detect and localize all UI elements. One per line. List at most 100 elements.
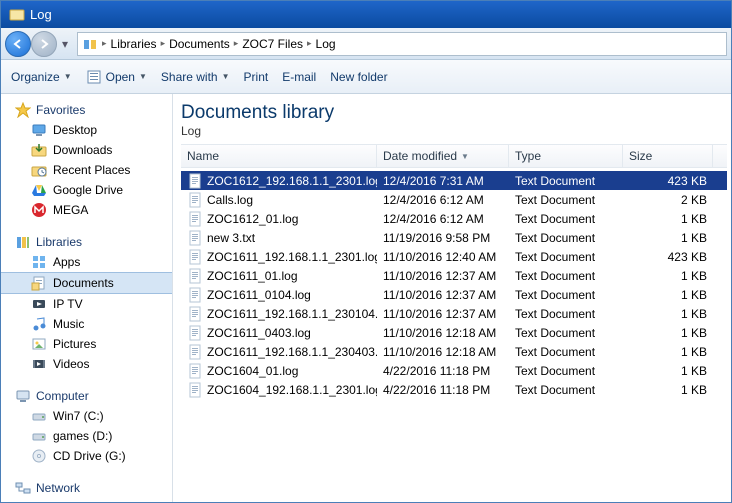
sidebar-group-favorites: Favorites Desktop Downloads Recent Places G… <box>1 100 172 220</box>
breadcrumb-sep-icon: ▸ <box>102 38 107 49</box>
breadcrumb-part[interactable]: Libraries <box>111 37 157 51</box>
gdrive-icon <box>31 182 47 198</box>
file-type: Text Document <box>509 212 623 226</box>
sidebar-item-label: Desktop <box>53 123 97 137</box>
file-list[interactable]: ZOC1612_192.168.1.1_2301.log12/4/2016 7:… <box>181 168 727 502</box>
file-type: Text Document <box>509 250 623 264</box>
file-name: ZOC1611_0403.log <box>207 326 311 340</box>
sidebar-header-network[interactable]: Network <box>1 478 172 498</box>
open-menu[interactable]: Open▼ <box>86 69 147 85</box>
music-icon <box>31 316 47 332</box>
column-type[interactable]: Type <box>509 145 623 167</box>
chevron-down-icon: ▼ <box>139 72 147 81</box>
sidebar-item[interactable]: Recent Places <box>1 160 172 180</box>
file-date: 12/4/2016 7:31 AM <box>377 174 509 188</box>
pictures-icon <box>31 336 47 352</box>
network-icon <box>15 480 31 496</box>
breadcrumb-sep-icon: ▸ <box>234 38 239 49</box>
sidebar-item[interactable]: Apps <box>1 252 172 272</box>
sidebar-item[interactable]: Pictures <box>1 334 172 354</box>
forward-button[interactable] <box>31 31 57 57</box>
column-spacer <box>713 145 727 167</box>
file-type: Text Document <box>509 174 623 188</box>
file-row[interactable]: ZOC1611_192.168.1.1_230104.log11/10/2016… <box>181 304 727 323</box>
breadcrumb-part[interactable]: Documents <box>169 37 230 51</box>
sidebar-item[interactable]: Downloads <box>1 140 172 160</box>
sidebar-header-computer[interactable]: Computer <box>1 386 172 406</box>
file-row[interactable]: ZOC1611_01.log11/10/2016 12:37 AMText Do… <box>181 266 727 285</box>
file-type: Text Document <box>509 269 623 283</box>
file-type: Text Document <box>509 383 623 397</box>
window-title: Log <box>30 7 52 22</box>
file-row[interactable]: ZOC1612_192.168.1.1_2301.log12/4/2016 7:… <box>181 171 727 190</box>
file-date: 11/19/2016 9:58 PM <box>377 231 509 245</box>
text-file-icon <box>187 249 203 265</box>
share-menu[interactable]: Share with▼ <box>161 70 230 84</box>
downloads-icon <box>31 142 47 158</box>
sidebar-item[interactable]: Win7 (C:) <box>1 406 172 426</box>
sidebar-item[interactable]: Desktop <box>1 120 172 140</box>
column-name[interactable]: Name <box>181 145 377 167</box>
sidebar-item-label: Google Drive <box>53 183 123 197</box>
file-size: 1 KB <box>623 364 713 378</box>
file-type: Text Document <box>509 288 623 302</box>
file-name: Calls.log <box>207 193 253 207</box>
sidebar-item[interactable]: IP TV <box>1 294 172 314</box>
file-date: 12/4/2016 6:12 AM <box>377 212 509 226</box>
sidebar-header-libraries[interactable]: Libraries <box>1 232 172 252</box>
nav-history-dropdown[interactable]: ▾ <box>57 37 73 51</box>
sidebar-item[interactable]: MEGA <box>1 200 172 220</box>
file-row[interactable]: ZOC1612_01.log12/4/2016 6:12 AMText Docu… <box>181 209 727 228</box>
file-date: 11/10/2016 12:18 AM <box>377 345 509 359</box>
column-size[interactable]: Size <box>623 145 713 167</box>
mega-icon <box>31 202 47 218</box>
file-row[interactable]: Calls.log12/4/2016 6:12 AMText Document2… <box>181 190 727 209</box>
breadcrumb-part[interactable]: ZOC7 Files <box>242 37 303 51</box>
sidebar-item-label: Downloads <box>53 143 112 157</box>
window-icon <box>9 7 25 23</box>
sidebar-item[interactable]: Music <box>1 314 172 334</box>
breadcrumb-part[interactable]: Log <box>316 37 336 51</box>
column-date[interactable]: Date modified▼ <box>377 145 509 167</box>
favorites-icon <box>15 102 31 118</box>
email-button[interactable]: E-mail <box>282 70 316 84</box>
titlebar[interactable]: Log <box>1 1 731 28</box>
text-file-icon <box>187 306 203 322</box>
file-row[interactable]: ZOC1611_192.168.1.1_230403.log11/10/2016… <box>181 342 727 361</box>
file-row[interactable]: ZOC1611_0403.log11/10/2016 12:18 AMText … <box>181 323 727 342</box>
back-button[interactable] <box>5 31 31 57</box>
sidebar-header-favorites[interactable]: Favorites <box>1 100 172 120</box>
column-headers: Name Date modified▼ Type Size <box>181 144 727 168</box>
text-file-icon <box>187 268 203 284</box>
sidebar-item-label: MEGA <box>53 203 88 217</box>
sidebar-item[interactable]: games (D:) <box>1 426 172 446</box>
navbar: ▾ ▸ Libraries ▸ Documents ▸ ZOC7 Files ▸… <box>1 28 731 60</box>
sidebar-item[interactable]: Videos <box>1 354 172 374</box>
library-subtitle: Log <box>181 124 727 138</box>
sidebar-item[interactable]: Documents <box>1 272 172 294</box>
sidebar-item-label: Apps <box>53 255 80 269</box>
computer-icon <box>15 388 31 404</box>
recent-icon <box>31 162 47 178</box>
sidebar-item[interactable]: CD Drive (G:) <box>1 446 172 466</box>
breadcrumb[interactable]: ▸ Libraries ▸ Documents ▸ ZOC7 Files ▸ L… <box>77 32 727 56</box>
text-file-icon <box>187 211 203 227</box>
chevron-down-icon: ▼ <box>64 72 72 81</box>
file-name: ZOC1611_192.168.1.1_230104.log <box>207 307 377 321</box>
sidebar-item[interactable]: Google Drive <box>1 180 172 200</box>
cd-icon <box>31 448 47 464</box>
organize-menu[interactable]: Organize▼ <box>11 70 72 84</box>
file-row[interactable]: ZOC1611_0104.log11/10/2016 12:37 AMText … <box>181 285 727 304</box>
text-file-icon <box>187 325 203 341</box>
file-date: 4/22/2016 11:18 PM <box>377 383 509 397</box>
file-row[interactable]: ZOC1604_01.log4/22/2016 11:18 PMText Doc… <box>181 361 727 380</box>
file-row[interactable]: ZOC1611_192.168.1.1_2301.log11/10/2016 1… <box>181 247 727 266</box>
file-row[interactable]: ZOC1604_192.168.1.1_2301.log4/22/2016 11… <box>181 380 727 399</box>
sidebar-group-computer: Computer Win7 (C:) games (D:)CD Drive (G:… <box>1 386 172 466</box>
sidebar-group-libraries: Libraries Apps DocumentsIP TVMusicPicture… <box>1 232 172 374</box>
print-button[interactable]: Print <box>244 70 269 84</box>
file-size: 2 KB <box>623 193 713 207</box>
file-row[interactable]: new 3.txt11/19/2016 9:58 PMText Document… <box>181 228 727 247</box>
sidebar-item-label: Win7 (C:) <box>53 409 104 423</box>
newfolder-button[interactable]: New folder <box>330 70 387 84</box>
